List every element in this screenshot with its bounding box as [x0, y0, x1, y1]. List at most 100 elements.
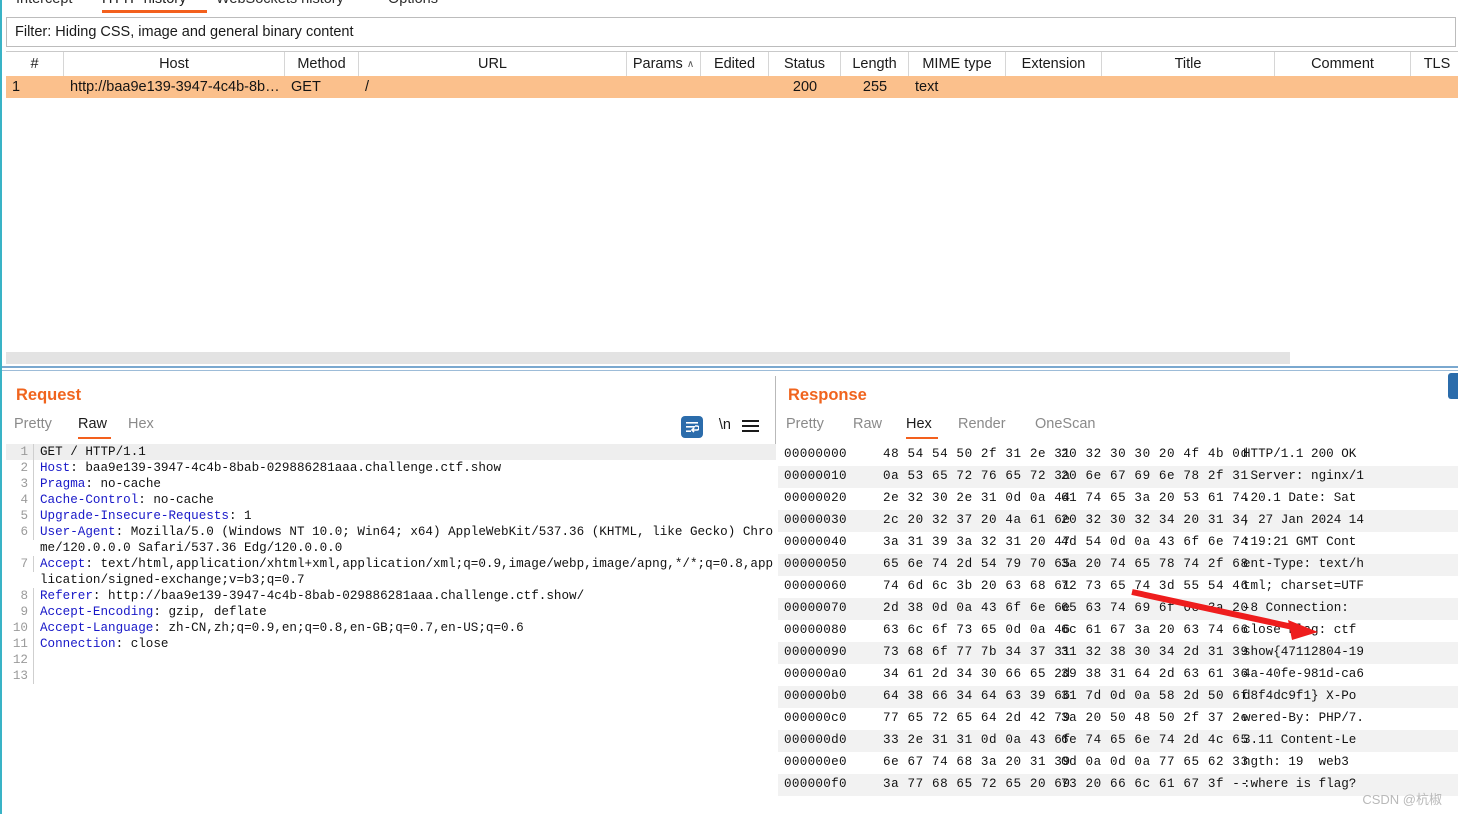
hex-offset: 000000a0 — [784, 667, 847, 681]
hex-bytes-right: 39 38 31 64 2d 63 61 36 — [1061, 667, 1249, 681]
hex-offset: 00000000 — [784, 447, 847, 461]
hex-ascii: HTTP/1.1 200 OK — [1243, 447, 1357, 461]
hex-bytes-left: 63 6c 6f 73 65 0d 0a 46 — [883, 623, 1071, 637]
hamburger-menu-icon[interactable] — [742, 420, 759, 433]
column-header-host[interactable]: Host — [64, 52, 285, 76]
request-raw-view[interactable]: 1 GET / HTTP/1.1 2 Host: baa9e139-3947-4c4b… — [6, 444, 776, 814]
table-row[interactable]: 1 http://baa9e139-3947-4c4b-8b… GET / 200 255… — [6, 76, 1458, 98]
watermark: CSDN @杭椒 — [1362, 792, 1442, 807]
hex-row: 000000a0 34 61 2d 34 30 66 65 2d 39 38 31 … — [778, 664, 1458, 686]
table-cell-comment — [1275, 76, 1411, 98]
horizontal-scrollbar-thumb[interactable] — [6, 352, 1290, 364]
request-panel-title: Request — [16, 386, 82, 404]
main-tab-websockets-history[interactable]: WebSockets history — [216, 0, 344, 7]
hex-ascii: :19:21 GMT Cont — [1243, 535, 1357, 549]
table-header-row: # Host Method URL Params ∧ Edited Status Length M… — [6, 51, 1458, 76]
hex-offset: 00000010 — [784, 469, 847, 483]
table-cell-url: / — [365, 79, 370, 95]
hex-ascii: ent-Type: text/h — [1243, 557, 1364, 571]
hex-bytes-right: 3a 20 50 48 50 2f 37 2e — [1061, 711, 1249, 725]
header-value: : text/html,application/xhtml+xml,applic… — [40, 557, 774, 587]
table-cell-host: http://baa9e139-3947-4c4b-8b… — [70, 79, 280, 95]
header-name: Accept-Language — [40, 621, 154, 635]
horizontal-scrollbar[interactable] — [6, 352, 1458, 364]
line-number: 6 — [6, 524, 34, 540]
response-tab-hex[interactable]: Hex — [906, 416, 932, 432]
hex-ascii: tml; charset=UTF — [1243, 579, 1364, 593]
hex-ascii: -8 Connection: — [1243, 601, 1357, 615]
column-header-comment[interactable]: Comment — [1275, 52, 1411, 76]
hex-row: 00000000 48 54 54 50 2f 31 2e 31 20 32 30 … — [778, 444, 1458, 466]
request-line: 9 Accept-Encoding: gzip, deflate — [6, 604, 776, 620]
column-header-status[interactable]: Status — [769, 52, 841, 76]
word-wrap-icon[interactable] — [681, 416, 703, 438]
main-tab-intercept[interactable]: Intercept — [16, 0, 72, 7]
table-cell-edited — [701, 76, 769, 98]
column-header-[interactable]: # — [6, 52, 64, 76]
column-header-url[interactable]: URL — [359, 52, 627, 76]
column-header-tls[interactable]: TLS — [1411, 52, 1458, 76]
hex-offset: 00000080 — [784, 623, 847, 637]
line-number: 5 — [6, 508, 34, 524]
hex-bytes-left: 3a 77 68 65 72 65 20 69 — [883, 777, 1071, 791]
hex-offset: 00000060 — [784, 579, 847, 593]
request-line: 7 Accept: text/html,application/xhtml+xml… — [6, 556, 776, 588]
line-number: 7 — [6, 556, 34, 572]
hex-offset: 00000050 — [784, 557, 847, 571]
hex-bytes-right: 65 63 74 69 6f 6e 3a 20 — [1061, 601, 1249, 615]
table-cell-mime: text — [915, 79, 939, 95]
sort-ascending-icon: ∧ — [686, 58, 695, 70]
hex-ascii: show{47112804-19 — [1243, 645, 1364, 659]
hex-offset: 000000e0 — [784, 755, 847, 769]
column-header-title[interactable]: Title — [1102, 52, 1275, 76]
header-value: : Mozilla/5.0 (Windows NT 10.0; Win64; x… — [40, 525, 774, 555]
response-tab-onescan[interactable]: OneScan — [1035, 416, 1095, 432]
newline-toggle[interactable]: \n — [719, 417, 731, 433]
column-header-edited[interactable]: Edited — [701, 52, 769, 76]
column-header-method[interactable]: Method — [285, 52, 359, 76]
response-tab-raw[interactable]: Raw — [853, 416, 882, 432]
column-header-length[interactable]: Length — [841, 52, 909, 76]
filter-bar[interactable]: Filter: Hiding CSS, image and general bi… — [6, 17, 1456, 47]
hex-bytes-right: 31 7d 0d 0a 58 2d 50 6f — [1061, 689, 1249, 703]
main-tab-http-history[interactable]: HTTP history — [102, 0, 186, 7]
hex-bytes-left: 77 65 72 65 64 2d 42 79 — [883, 711, 1071, 725]
header-name: Cache-Control — [40, 493, 139, 507]
request-tab-pretty[interactable]: Pretty — [14, 416, 52, 432]
request-line-text: Referer: http://baa9e139-3947-4c4b-8bab-… — [34, 588, 776, 604]
panel-divider[interactable] — [2, 366, 1458, 368]
hex-row: 000000e0 6e 67 74 68 3a 20 31 39 0d 0a 0d … — [778, 752, 1458, 774]
hex-row: 00000020 2e 32 30 2e 31 0d 0a 44 61 74 65 … — [778, 488, 1458, 510]
line-number: 2 — [6, 460, 34, 476]
column-header-params[interactable]: Params ∧ — [627, 52, 701, 76]
hex-bytes-right: 6c 61 67 3a 20 63 74 66 — [1061, 623, 1249, 637]
hex-ascii: d8f4dc9f1} X-Po — [1243, 689, 1357, 703]
column-header-extension[interactable]: Extension — [1006, 52, 1102, 76]
column-header-label: MIME type — [922, 56, 992, 72]
line-number: 3 — [6, 476, 34, 492]
header-value: : http://baa9e139-3947-4c4b-8bab-0298862… — [92, 589, 585, 603]
hex-bytes-right: 6e 74 65 6e 74 2d 4c 65 — [1061, 733, 1249, 747]
header-value: : no-cache — [85, 477, 161, 491]
request-tab-raw[interactable]: Raw — [78, 416, 107, 432]
hex-offset: 00000040 — [784, 535, 847, 549]
hex-bytes-left: 74 6d 6c 3b 20 63 68 61 — [883, 579, 1071, 593]
response-hex-view[interactable]: 00000000 48 54 54 50 2f 31 2e 31 20 32 30 … — [778, 444, 1458, 814]
request-line-value: GET / HTTP/1.1 — [40, 445, 146, 459]
hex-offset: 000000d0 — [784, 733, 847, 747]
column-header-mime-type[interactable]: MIME type — [909, 52, 1006, 76]
hex-ascii: .20.1 Date: Sat — [1243, 491, 1357, 505]
response-tab-render[interactable]: Render — [958, 416, 1006, 432]
hex-bytes-left: 65 6e 74 2d 54 79 70 65 — [883, 557, 1071, 571]
response-tab-active-underline — [906, 437, 938, 439]
header-value: : 1 — [228, 509, 252, 523]
request-tab-hex[interactable]: Hex — [128, 416, 154, 432]
column-header-label: Edited — [713, 56, 756, 72]
main-tab-options[interactable]: Options — [388, 0, 438, 7]
hex-row: 00000040 3a 31 39 3a 32 31 20 47 4d 54 0d … — [778, 532, 1458, 554]
response-tab-pretty[interactable]: Pretty — [786, 416, 824, 432]
header-name: Connection — [40, 637, 116, 651]
panel-collapse-handle[interactable] — [1448, 373, 1458, 399]
request-line: 3 Pragma: no-cache — [6, 476, 776, 492]
table-cell-method: GET — [291, 79, 321, 95]
